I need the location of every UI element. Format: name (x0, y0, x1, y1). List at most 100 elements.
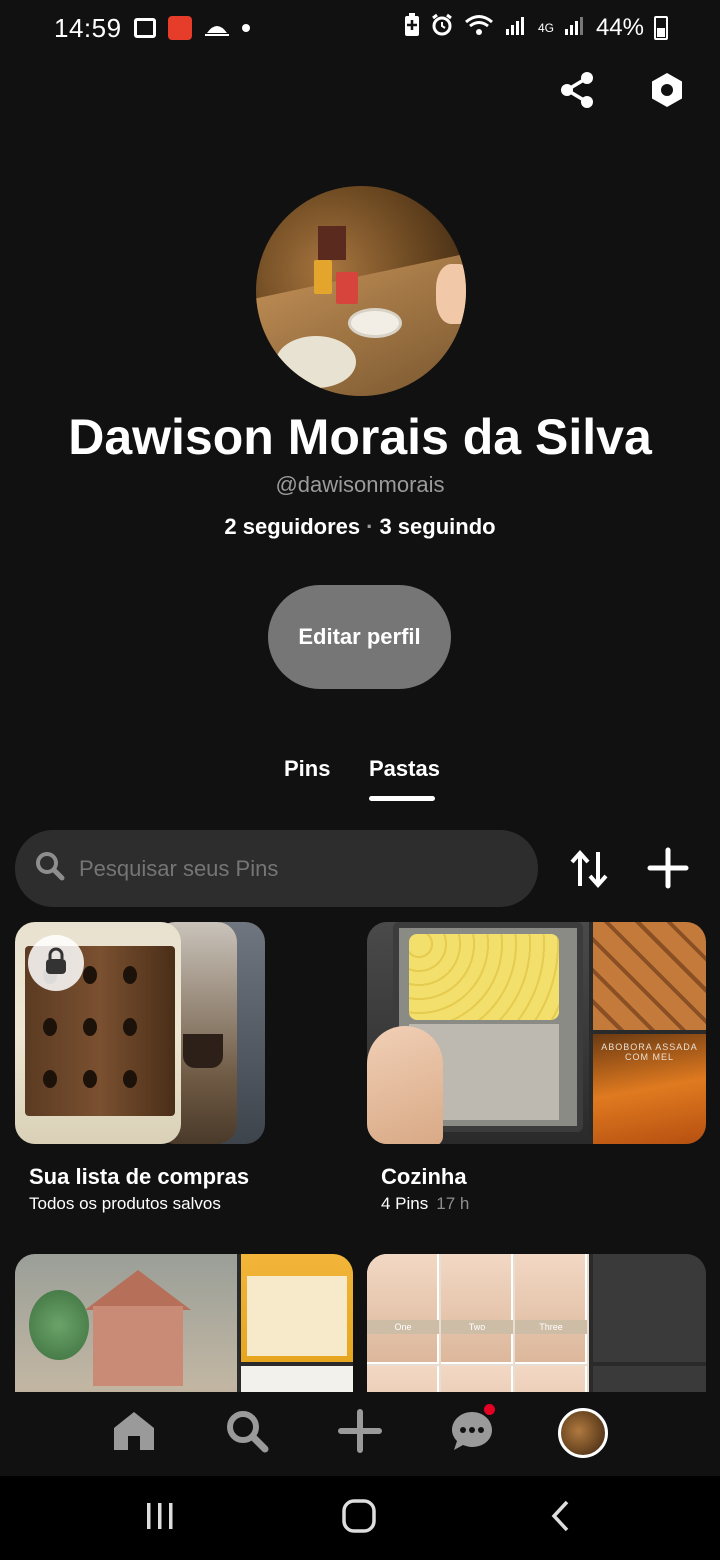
chat-icon (450, 1410, 494, 1457)
home-button-icon (341, 1498, 377, 1539)
sort-button[interactable] (568, 848, 612, 890)
nav-search[interactable] (224, 1410, 270, 1456)
notification-badge (484, 1404, 495, 1415)
peg-hole (123, 1070, 137, 1088)
bottom-navigation (0, 1392, 720, 1476)
search-icon (225, 1409, 269, 1458)
profile-name: Dawison Morais da Silva (68, 409, 652, 465)
sort-icon (568, 849, 612, 894)
profile-tabs: Pins Pastas (0, 752, 720, 812)
signal-icon (564, 13, 586, 44)
board-pin-count: 4 Pins (381, 1194, 429, 1213)
weather-icon (204, 13, 230, 44)
board-card-shopping-list[interactable]: Sua lista de compras Todos os produtos s… (15, 922, 265, 1214)
search-bar[interactable] (15, 830, 538, 907)
peg-hole (43, 1070, 57, 1088)
cover-house (93, 1306, 183, 1386)
lock-icon (45, 947, 67, 980)
cover-cell (367, 1254, 439, 1364)
nav-create[interactable] (337, 1408, 383, 1458)
peg-hole (43, 1018, 57, 1036)
active-tab-indicator (369, 796, 435, 801)
system-home-button[interactable] (338, 1498, 380, 1539)
share-button[interactable] (555, 70, 599, 114)
recent-apps-icon (144, 1501, 176, 1536)
peg-hole (83, 1070, 97, 1088)
cover-infographic (247, 1276, 347, 1356)
edit-profile-button[interactable]: Editar perfil (268, 585, 451, 689)
tab-pastas[interactable]: Pastas (369, 756, 440, 782)
board-cover-image (367, 922, 589, 1144)
board-title: Sua lista de compras (29, 1164, 250, 1189)
board-pin-count: Todos os produtos salvos (29, 1194, 221, 1213)
cover-hand (367, 1026, 443, 1144)
avatar-photo-glass (336, 272, 358, 304)
plus-icon (646, 847, 690, 894)
board-cover: ABOBORA ASSADA COM MEL (367, 922, 706, 1144)
tab-pins[interactable]: Pins (284, 756, 330, 782)
cover-label: Three (515, 1320, 587, 1334)
cover-label: One (367, 1320, 439, 1334)
recent-apps-button[interactable] (140, 1500, 180, 1536)
stats-separator: · (366, 514, 374, 539)
add-board-button[interactable] (646, 846, 690, 890)
status-left: 14:59 (54, 13, 250, 44)
avatar-photo-glass (314, 260, 332, 294)
nav-messages[interactable] (449, 1410, 495, 1456)
battery-icon (654, 16, 668, 40)
status-bar: 14:59 4G 44% (0, 0, 720, 56)
board-title: Cozinha (381, 1164, 467, 1189)
cover-cell (515, 1254, 587, 1364)
peg-hole (123, 966, 137, 984)
board-updated-time: 17 h (436, 1194, 470, 1213)
signal-roaming-icon (504, 13, 528, 44)
back-icon (549, 1499, 571, 1538)
peg-hole (83, 1018, 97, 1036)
private-badge (28, 935, 84, 991)
notification-dot-icon (241, 24, 250, 32)
status-time: 14:59 (54, 12, 122, 43)
avatar-photo-plate (276, 336, 356, 388)
board-cover-image (593, 922, 706, 1030)
profile-avatar[interactable] (256, 186, 466, 396)
board-cover (15, 922, 265, 1144)
network-type: 4G (537, 21, 554, 35)
system-navigation-bar (0, 1476, 720, 1560)
settings-icon (650, 72, 684, 113)
aliexpress-icon (167, 16, 192, 40)
board-subtitle: Todos os produtos salvos (29, 1194, 265, 1214)
profile-handle: @dawisonmorais (275, 472, 445, 497)
avatar-photo-plate (348, 308, 402, 338)
settings-button[interactable] (645, 70, 689, 114)
board-subtitle: 4 Pins 17 h (381, 1194, 706, 1214)
wifi-icon (464, 14, 494, 43)
following-count[interactable]: 3 seguindo (379, 514, 495, 539)
cover-caption: ABOBORA ASSADA COM MEL (601, 1042, 698, 1062)
nav-profile-avatar[interactable] (558, 1408, 608, 1458)
peg-hole (123, 1018, 137, 1036)
battery-percent: 44% (595, 14, 644, 41)
battery-saver-icon (404, 12, 420, 44)
peg-hole (83, 966, 97, 984)
cover-cell (441, 1254, 513, 1364)
alarm-icon (430, 13, 454, 44)
share-icon (559, 71, 595, 114)
cover-succulent (29, 1290, 89, 1360)
search-input[interactable] (79, 855, 538, 882)
cover-label: Two (441, 1320, 513, 1334)
home-icon (112, 1410, 156, 1457)
board-card-cozinha[interactable]: ABOBORA ASSADA COM MEL Cozinha 4 Pins 17 … (367, 922, 706, 1214)
gallery-icon (133, 18, 156, 38)
cover-potatoes (409, 934, 559, 1020)
system-back-button[interactable] (545, 1500, 575, 1536)
cover-cup (183, 1034, 223, 1068)
avatar-photo-sign (318, 226, 346, 260)
followers-count[interactable]: 2 seguidores (224, 514, 360, 539)
nav-home[interactable] (111, 1410, 157, 1456)
profile-stats: 2 seguidores · 3 seguindo (0, 514, 720, 540)
plus-icon (338, 1408, 382, 1458)
search-icon (35, 851, 65, 886)
board-cover-image (593, 1254, 706, 1362)
status-right: 4G 44% (404, 12, 668, 44)
avatar-photo-face (436, 264, 466, 324)
